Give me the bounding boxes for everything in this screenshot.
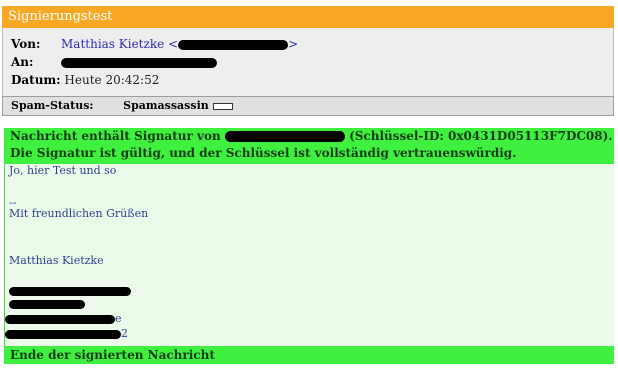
message-body: Jo, hier Test und so -- Mit freundlichen…: [4, 164, 614, 346]
spam-toggle[interactable]: [212, 102, 233, 110]
redacted-email: [178, 39, 289, 50]
from-address-link[interactable]: Matthias Kietzke < >: [61, 37, 298, 51]
spam-status-bar: Spam-Status: Spamassassin: [2, 96, 614, 116]
trailing-e: e: [115, 312, 122, 325]
redacted-address-2: [9, 297, 85, 311]
redacted-address-3: e: [5, 312, 122, 326]
sender-name: Matthias Kietzke: [9, 254, 104, 267]
date-row: Datum: Heute 20:42:52: [11, 72, 159, 88]
from-name: Matthias Kietzke <: [61, 37, 179, 51]
trailing-digit: 2: [121, 327, 128, 340]
signature-end-label: Ende der signierten Nachricht: [10, 348, 215, 362]
spam-filter-label: Spamassassin: [123, 99, 209, 112]
from-suffix: >: [288, 37, 299, 51]
message-header: Von: Matthias Kietzke < > An: Datum: Heute…: [2, 28, 614, 96]
date-value: Heute 20:42:52: [64, 73, 160, 87]
from-label: Von:: [11, 37, 41, 51]
signature-end: Ende der signierten Nachricht: [4, 346, 614, 364]
mail-view: Signierungstest Von: Matthias Kietzke < > …: [0, 0, 618, 372]
date-label: Datum:: [11, 73, 61, 87]
redacted-recipient[interactable]: [61, 57, 217, 68]
redacted-address-1: [9, 284, 131, 298]
message-subject: Signierungstest: [8, 9, 113, 24]
greeting: Mit freundlichen Grüßen: [9, 207, 149, 220]
signature-line-1: Nachricht enthält Signatur von (Schlüsse…: [10, 128, 614, 145]
to-label: An:: [11, 55, 34, 69]
signature-info: Nachricht enthält Signatur von (Schlüsse…: [4, 128, 614, 164]
spam-status-label: Spam-Status:: [11, 99, 94, 112]
body-line-1: Jo, hier Test und so: [9, 164, 117, 177]
message-title-bar: Signierungstest: [2, 6, 614, 28]
redacted-signer: [224, 131, 345, 142]
to-row: An:: [11, 54, 217, 70]
signature-line-2: Die Signatur ist gültig, und der Schlüss…: [10, 146, 517, 160]
signature-key-id: (Schlüssel-ID: 0x0431D05113F7DC08).: [349, 129, 613, 143]
redacted-address-4: 2: [5, 327, 128, 341]
from-row: Von: Matthias Kietzke < >: [11, 36, 298, 52]
signature-prefix: Nachricht enthält Signatur von: [10, 129, 221, 143]
